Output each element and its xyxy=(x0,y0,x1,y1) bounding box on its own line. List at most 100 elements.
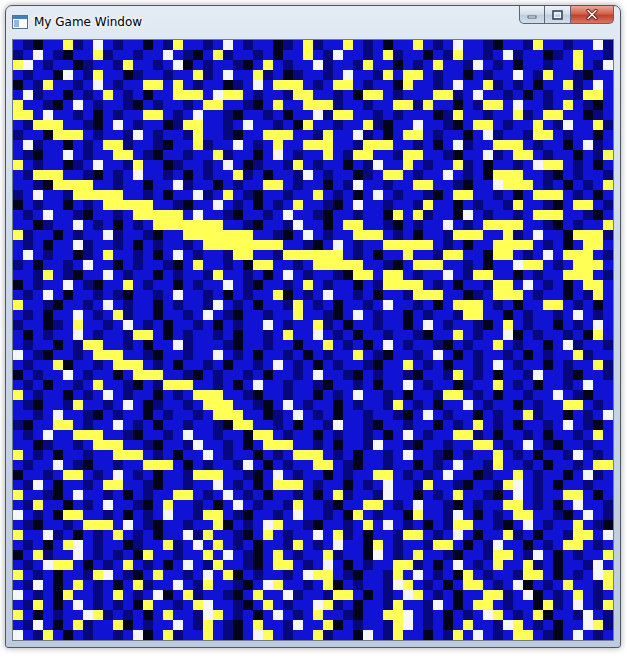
close-button[interactable] xyxy=(571,6,614,24)
board-cell xyxy=(243,220,253,230)
board-cell xyxy=(143,300,153,310)
board-cell xyxy=(603,320,613,330)
board-cell xyxy=(273,270,283,280)
board-cell xyxy=(433,160,443,170)
board-cell xyxy=(463,240,473,250)
board-cell xyxy=(223,210,233,220)
board-cell xyxy=(63,300,73,310)
maximize-button[interactable] xyxy=(545,6,571,24)
board-cell xyxy=(503,150,513,160)
minimize-button[interactable] xyxy=(519,6,545,24)
board-cell xyxy=(303,290,313,300)
board-cell xyxy=(553,280,563,290)
board-cell xyxy=(273,290,283,300)
board-cell xyxy=(43,80,53,90)
board-cell xyxy=(523,180,533,190)
title-bar[interactable]: My Game Window xyxy=(12,6,614,39)
board-cell xyxy=(313,240,323,250)
board-cell xyxy=(233,250,243,260)
board-cell xyxy=(43,290,53,300)
board-cell xyxy=(593,260,603,270)
board-cell xyxy=(283,130,293,140)
game-window: My Game Window xyxy=(5,5,621,648)
board-cell xyxy=(343,110,353,120)
board-cell xyxy=(363,330,373,340)
board-cell xyxy=(413,160,423,170)
board-cell xyxy=(583,200,593,210)
board-cell xyxy=(173,240,183,250)
board-cell xyxy=(123,120,133,130)
board-cell xyxy=(503,60,513,70)
board-cell xyxy=(573,300,583,310)
board-cell xyxy=(203,320,213,330)
board-cell xyxy=(593,320,603,330)
board-cell xyxy=(333,290,343,300)
board-cell xyxy=(363,200,373,210)
board-cell xyxy=(513,300,523,310)
board-cell xyxy=(353,110,363,120)
board-cell xyxy=(123,150,133,160)
board-cell xyxy=(173,360,183,370)
board-cell xyxy=(203,310,213,320)
board-cell xyxy=(113,110,123,120)
board-cell xyxy=(113,300,123,310)
board-cell xyxy=(83,100,93,110)
board-cell xyxy=(303,200,313,210)
board-cell xyxy=(93,180,103,190)
board-cell xyxy=(283,320,293,330)
board-cell xyxy=(203,140,213,150)
board-cell xyxy=(183,280,193,290)
board-cell xyxy=(193,110,203,120)
board-cell xyxy=(63,190,73,200)
board-cell xyxy=(603,340,613,350)
board-cell xyxy=(333,90,343,100)
board-cell xyxy=(193,200,203,210)
board-cell xyxy=(233,340,243,350)
board-cell xyxy=(83,340,93,350)
board-cell xyxy=(593,270,603,280)
board-cell xyxy=(393,60,403,70)
board-cell xyxy=(153,330,163,340)
board-cell xyxy=(183,190,193,200)
board-cell xyxy=(443,250,453,260)
board-cell xyxy=(73,190,83,200)
board-cell xyxy=(133,160,143,170)
board-cell xyxy=(23,260,33,270)
board-cell xyxy=(443,110,453,120)
board-cell xyxy=(53,200,63,210)
board-cell xyxy=(33,230,43,240)
board-cell xyxy=(193,160,203,170)
game-board[interactable] xyxy=(12,39,614,641)
board-cell xyxy=(443,140,453,150)
board-cell xyxy=(453,310,463,320)
board-cell xyxy=(253,290,263,300)
board-cell xyxy=(243,320,253,330)
board-cell xyxy=(213,40,223,50)
board-cell xyxy=(443,260,453,270)
board-cell xyxy=(183,110,193,120)
board-cell xyxy=(23,90,33,100)
board-cell xyxy=(83,40,93,50)
board-cell xyxy=(293,290,303,300)
board-cell xyxy=(353,260,363,270)
board-cell xyxy=(353,230,363,240)
board-cell xyxy=(453,100,463,110)
board-cell xyxy=(343,340,353,350)
board-cell xyxy=(463,40,473,50)
board-cell xyxy=(453,290,463,300)
board-cell xyxy=(573,310,583,320)
board-cell xyxy=(563,350,573,360)
board-cell xyxy=(393,150,403,160)
board-cell xyxy=(593,140,603,150)
board-cell xyxy=(113,330,123,340)
board-cell xyxy=(183,230,193,240)
board-cell xyxy=(53,270,63,280)
board-cell xyxy=(83,50,93,60)
board-cell xyxy=(53,40,63,50)
board-cell xyxy=(273,60,283,70)
board-cell xyxy=(463,230,473,240)
board-cell xyxy=(583,110,593,120)
board-cell xyxy=(133,280,143,290)
board-cell xyxy=(363,190,373,200)
board-cell xyxy=(383,290,393,300)
